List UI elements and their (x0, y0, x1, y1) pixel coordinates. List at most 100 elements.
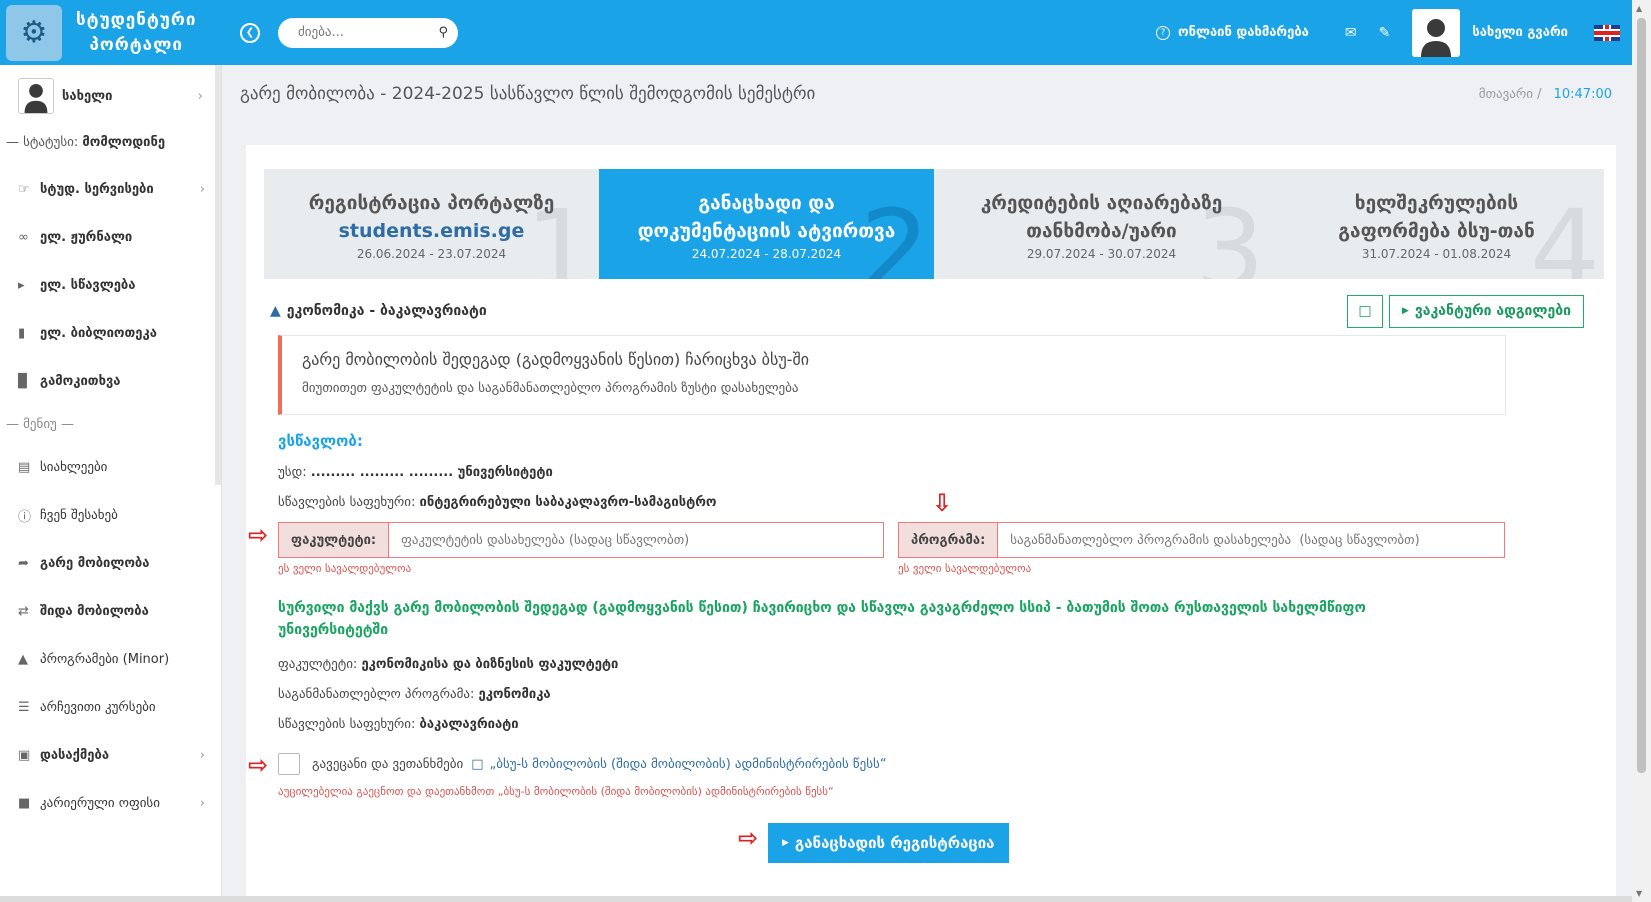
status-value: მომლოდინე (82, 135, 166, 150)
edit-icon[interactable]: ✎ (1379, 25, 1391, 41)
graduation-icon: ▲ (18, 651, 28, 667)
faculty-input[interactable] (389, 523, 883, 557)
step-4[interactable]: 4 ხელშეკრულების გაფორმება ბსუ-თან 31.07.… (1269, 169, 1604, 279)
notice-title: გარე მობილობის შედეგად (გადმოყვანის წესი… (302, 350, 810, 369)
share-icon: ➦ (18, 555, 29, 571)
target-program-value: ეკონომიკა (478, 687, 551, 702)
step-2[interactable]: 2 განაცხადი და დოკუმენტაციის ატვირთვა 24… (599, 169, 934, 279)
pdf-icon: □ (1358, 303, 1372, 319)
step-title: კრედიტების აღიარებაზე თანხმობა/უარი (934, 189, 1269, 245)
step-3[interactable]: 3 კრედიტების აღიარებაზე თანხმობა/უარი 29… (934, 169, 1269, 279)
clock-time: 10:47:00 (1553, 86, 1612, 102)
mail-icon[interactable]: ✉ (1345, 25, 1357, 41)
link-icon: ∞ (18, 229, 29, 245)
program-field: პროგრამა: (898, 522, 1505, 558)
sidebar-user[interactable]: სახელი › (0, 65, 221, 127)
breadcrumb-home[interactable]: მთავარი (1479, 87, 1533, 102)
target-program-label: საგანმანათლებლო პროგრამა: (278, 687, 475, 702)
sidebar-item-external-mobility[interactable]: ➦ გარე მობილობა (0, 539, 221, 587)
shuffle-icon: ⇄ (18, 603, 29, 619)
user-name[interactable]: სახელი გვარი (1472, 25, 1568, 40)
sidebar-item-minor-programs[interactable]: ▲ პროგრამები (Minor) (0, 635, 221, 683)
scroll-down-icon[interactable]: ▼ (1636, 889, 1642, 898)
search-box[interactable]: ⚲ (278, 17, 458, 48)
target-faculty-line: ფაკულტეტი: ეკონომიკისა და ბიზნესის ფაკულ… (278, 657, 618, 672)
agreement-checkbox[interactable] (278, 753, 300, 775)
sidebar-item-internal-mobility[interactable]: ⇄ შიდა მობილობა (0, 587, 221, 635)
sidebar-item-label: ჩვენ შესახებ (40, 507, 118, 523)
chevron-right-icon: › (199, 747, 205, 763)
faculty-field: ფაკულტეტი: (278, 522, 884, 558)
logo-line-1: სტუდენტური (76, 9, 197, 30)
program-row: ▲ ეკონომიკა - ბაკალავრიატი □ ▶ ვაკანტური… (270, 293, 1584, 329)
application-card: 1 რეგისტრაცია პორტალზე students.emis.ge … (246, 145, 1616, 902)
sidebar-item-elective-courses[interactable]: ☰ არჩევითი კურსები (0, 683, 221, 731)
book-icon: ▮ (18, 325, 26, 341)
step-title-link[interactable]: students.emis.ge (264, 217, 599, 245)
sidebar-item-e-library[interactable]: ▮ ელ. ბიბლიოთეკა (0, 309, 221, 357)
step-dates: 26.06.2024 - 23.07.2024 (356, 247, 507, 261)
sidebar-item-label: დასაქმება (40, 747, 110, 763)
program-input[interactable] (998, 523, 1504, 557)
english-flag-icon[interactable] (1594, 24, 1620, 41)
main-content: გარე მობილობა - 2024-2025 სასწავლო წლის … (222, 65, 1632, 902)
sidebar-item-e-learning[interactable]: ▸ ელ. სწავლება (0, 261, 221, 309)
sidebar-status: — სტატუსი: მომლოდინე (0, 135, 221, 165)
breadcrumb-separator: / (1537, 86, 1542, 102)
caret-right-icon: ▶ (1401, 306, 1409, 316)
sidebar-item-e-journal[interactable]: ∞ ელ. ჟურნალი (0, 213, 221, 261)
program-field-label: პროგრამა: (899, 523, 999, 557)
sidebar-item-label: გარე მობილობა (40, 555, 150, 571)
step-title: რეგისტრაცია პორტალზე students.emis.ge (264, 189, 599, 245)
rules-link[interactable]: „ბსუ-ს მობილობის (შიდა მობილობის) ადმინი… (489, 757, 886, 772)
sidebar-item-student-services[interactable]: ☞ სტუდ. სერვისები › (0, 165, 221, 213)
pdf-button[interactable]: □ (1346, 294, 1383, 328)
search-input[interactable] (298, 25, 428, 40)
red-arrow-right-icon: ⇨ (738, 824, 759, 852)
step-dates: 24.07.2024 - 28.07.2024 (691, 247, 842, 261)
user-silhouette-icon (1421, 18, 1452, 57)
sidebar-item-news[interactable]: ▤ სიახლეები (0, 443, 221, 491)
scroll-up-icon[interactable]: ▲ (1636, 4, 1642, 13)
red-arrow-right-icon: ⇨ (248, 521, 269, 549)
sidebar-scrollbar[interactable] (215, 65, 221, 485)
scrollbar-thumb[interactable] (1637, 18, 1646, 773)
sidebar-item-about[interactable]: ⓘ ჩვენ შესახებ (0, 491, 221, 539)
red-arrow-right-icon: ⇨ (248, 751, 269, 779)
online-help-link[interactable]: ? ონლაინ დახმარება (1156, 25, 1309, 40)
target-faculty-label: ფაკულტეტი: (278, 657, 358, 672)
sidebar-item-label: ელ. სწავლება (40, 277, 136, 293)
notice-box: გარე მობილობის შედეგად (გადმოყვანის წესი… (278, 335, 1506, 415)
red-arrow-down-icon: ⇩ (932, 489, 953, 517)
portal-logo[interactable]: ⚙ სტუდენტური პორტალი (0, 0, 222, 65)
question-icon: ? (1156, 25, 1171, 40)
user-silhouette-icon (24, 84, 48, 113)
sidebar-item-label: სიახლეები (40, 459, 108, 475)
vacancies-button[interactable]: ▶ ვაკანტური ადგილები (1388, 294, 1584, 328)
level-line: სწავლების საფეხური: ინტეგრირებული საბაკა… (278, 495, 716, 510)
agreement-error: აუცილებელია გაეცნოთ და დაეთანხმოთ „ბსუ-ს… (278, 785, 834, 798)
horizontal-scrollbar[interactable] (0, 896, 1632, 902)
office-icon: ■ (18, 795, 31, 811)
sidebar-item-employment[interactable]: ▣ დასაქმება › (0, 731, 221, 779)
sidebar-item-survey[interactable]: ▉ გამოკითხვა (0, 357, 221, 405)
sidebar-item-label: ელ. ჟურნალი (40, 229, 133, 245)
sidebar-toggle-icon[interactable]: ❮ (240, 22, 260, 43)
step-1[interactable]: 1 რეგისტრაცია პორტალზე students.emis.ge … (264, 169, 599, 279)
search-icon[interactable]: ⚲ (438, 25, 448, 40)
info-icon: ⓘ (18, 509, 32, 525)
sidebar-item-career-office[interactable]: ■ კარიერული ოფისი › (0, 779, 221, 827)
register-application-button[interactable]: ▶ განაცხადის რეგისტრაცია (768, 823, 1009, 863)
study-heading: ვსწავლობ: (278, 432, 363, 450)
bar-chart-icon: ▉ (18, 373, 28, 389)
page-scrollbar[interactable]: ▲ ▼ (1632, 0, 1651, 902)
status-label: — სტატუსი: (6, 135, 79, 150)
sidebar-item-label: კარიერული ოფისი (40, 795, 160, 811)
program-label: ეკონომიკა - ბაკალავრიატი (286, 303, 487, 319)
university-emblem-icon: ⚙ (6, 4, 62, 61)
sidebar-item-label: გამოკითხვა (40, 373, 121, 389)
logo-text: სტუდენტური პორტალი (76, 8, 196, 58)
chevron-right-icon: › (199, 795, 205, 811)
user-avatar[interactable] (1412, 8, 1461, 57)
sidebar-user-name: სახელი (62, 88, 113, 104)
